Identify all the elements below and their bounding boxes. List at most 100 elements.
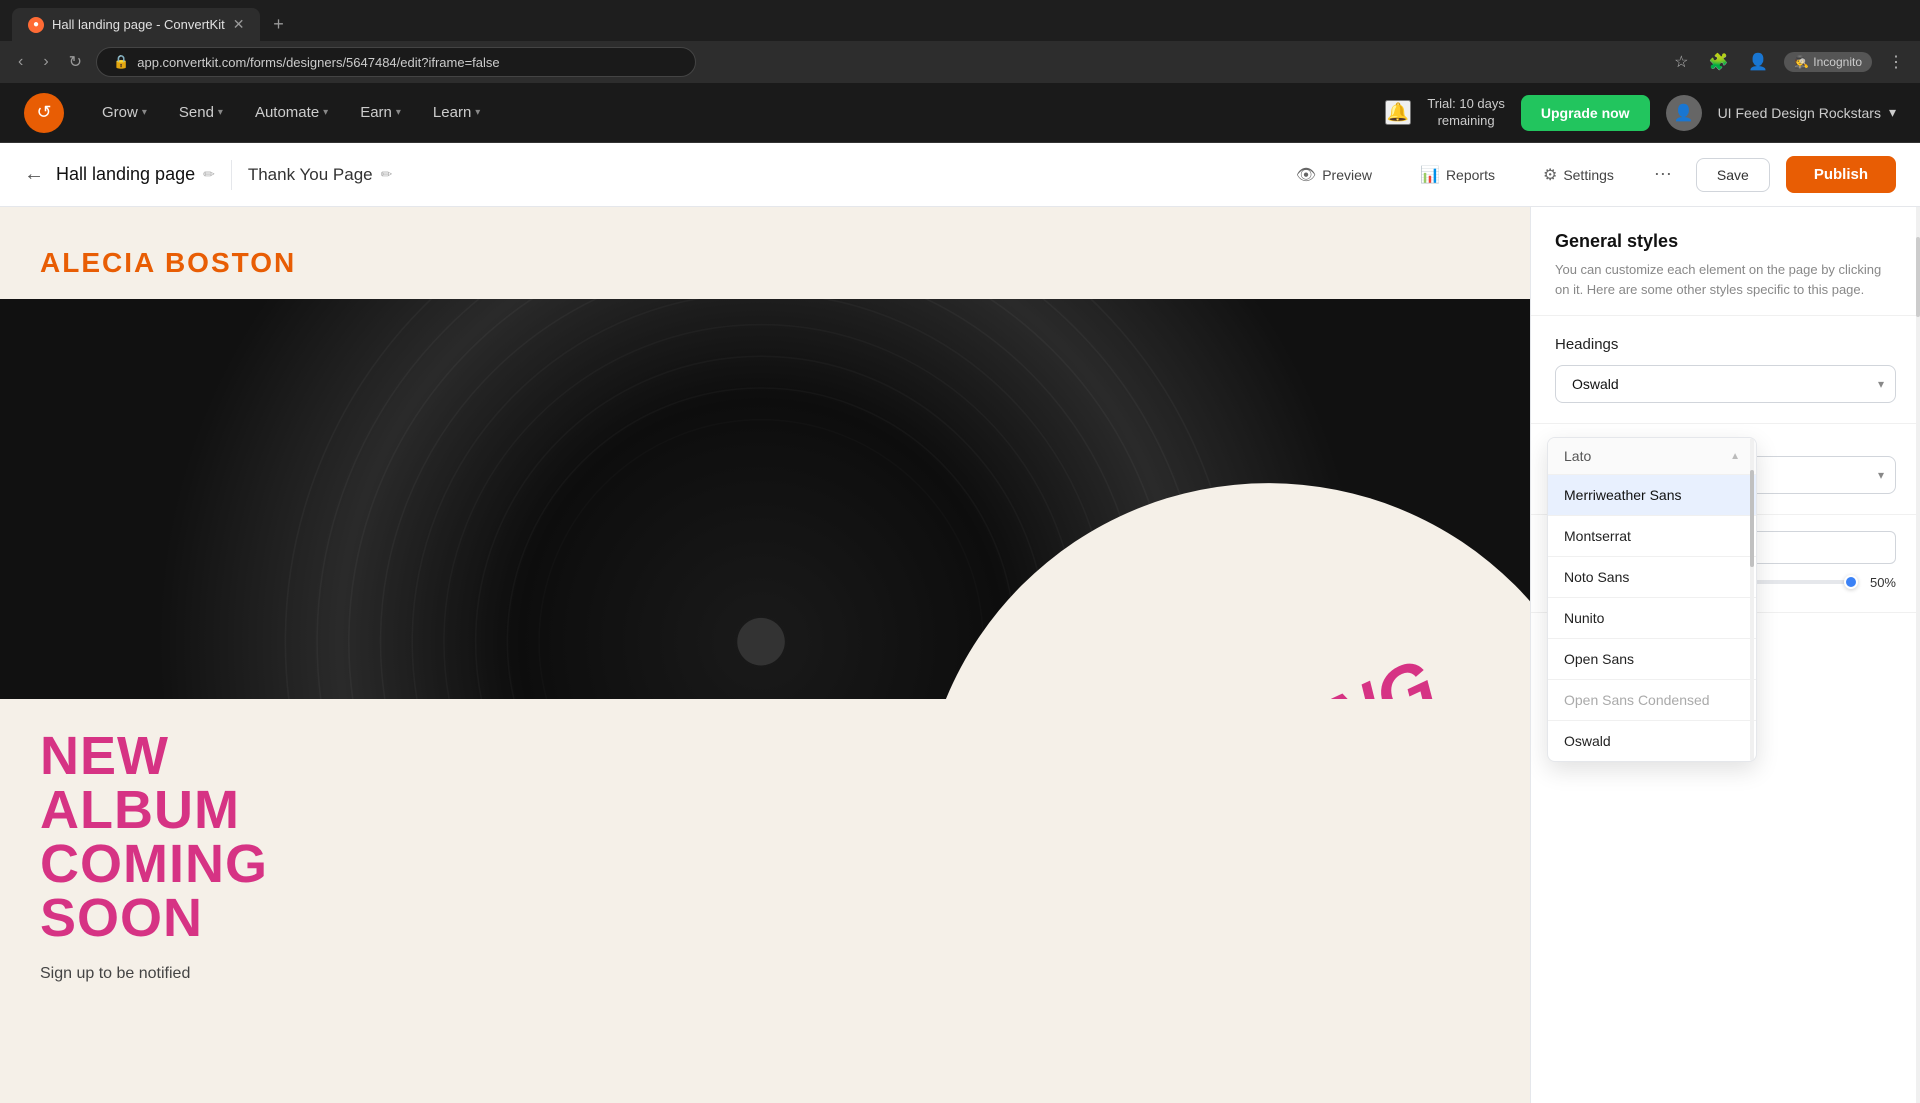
headline-coming: COMING — [40, 837, 1490, 891]
incognito-label: Incognito — [1813, 55, 1862, 69]
lp-subtext: Sign up to be notified — [40, 965, 1490, 983]
headings-font-select[interactable]: Oswald — [1555, 365, 1896, 403]
dropdown-scroll-up-icon: ▲ — [1730, 451, 1740, 462]
headline-soon: SOON — [40, 891, 1490, 945]
address-bar-row: ‹ › ↻ 🔒 app.convertkit.com/forms/designe… — [0, 41, 1920, 83]
tab-close-btn[interactable]: ✕ — [233, 16, 245, 33]
tab-title: Hall landing page - ConvertKit — [52, 17, 225, 32]
headings-font-wrapper: Oswald ▾ — [1555, 365, 1896, 403]
trial-info: Trial: 10 days remaining — [1427, 96, 1505, 130]
dropdown-noto-item[interactable]: Noto Sans — [1548, 557, 1756, 598]
panel-header: General styles You can customize each el… — [1531, 207, 1920, 316]
headline-new: NEW — [40, 729, 1490, 783]
nav-grow-label: Grow — [102, 104, 138, 121]
panel-description: You can customize each element on the pa… — [1555, 260, 1896, 299]
preview-button[interactable]: 👁 Preview — [1280, 157, 1388, 193]
vinyl-image-section: STRONG CALL — [0, 299, 1530, 699]
address-bar[interactable]: 🔒 app.convertkit.com/forms/designers/564… — [96, 47, 696, 77]
active-tab[interactable]: ● Hall landing page - ConvertKit ✕ — [12, 8, 260, 41]
user-name: UI Feed Design Rockstars — [1718, 105, 1881, 121]
nav-earn-label: Earn — [360, 104, 392, 121]
dropdown-opensans-condensed-label: Open Sans Condensed — [1564, 692, 1710, 708]
nav-automate[interactable]: Automate ▾ — [241, 96, 342, 129]
nav-learn-label: Learn — [433, 104, 471, 121]
nav-learn[interactable]: Learn ▾ — [419, 96, 494, 129]
dropdown-montserrat-label: Montserrat — [1564, 528, 1631, 544]
notification-bell-icon[interactable]: 🔔 — [1385, 100, 1411, 125]
dropdown-nunito-item[interactable]: Nunito — [1548, 598, 1756, 639]
dropdown-merriweather-label: Merriweather Sans — [1564, 487, 1682, 503]
dropdown-scroll-thumb — [1750, 470, 1754, 567]
landing-page: ALECIA BOSTON — [0, 207, 1530, 1103]
dropdown-merriweather-item[interactable]: Merriweather Sans — [1548, 475, 1756, 516]
lp-text-section: NEW ALBUM COMING SOON Sign up to be noti… — [0, 699, 1530, 1013]
dropdown-oswald-label: Oswald — [1564, 733, 1611, 749]
browser-chrome: ● Hall landing page - ConvertKit ✕ + ‹ ›… — [0, 0, 1920, 83]
settings-button[interactable]: ⚙ Settings — [1527, 157, 1630, 193]
toolbar-actions: 👁 Preview 📊 Reports ⚙ Settings ⋯ Save Pu… — [1280, 156, 1896, 193]
reports-button[interactable]: 📊 Reports — [1404, 157, 1511, 193]
nav-automate-label: Automate — [255, 104, 319, 121]
nav-send[interactable]: Send ▾ — [165, 96, 237, 129]
nav-grow[interactable]: Grow ▾ — [88, 96, 161, 129]
dropdown-lato-item[interactable]: Lato ▲ — [1548, 438, 1756, 475]
page-toolbar: ← Hall landing page ✏ Thank You Page ✏ 👁… — [0, 143, 1920, 207]
menu-dots-icon[interactable]: ⋮ — [1884, 48, 1908, 76]
preview-label: Preview — [1322, 167, 1372, 183]
headings-section: Headings Oswald ▾ — [1531, 316, 1920, 424]
incognito-icon: 🕵 — [1794, 55, 1809, 69]
bookmark-icon[interactable]: ☆ — [1670, 48, 1692, 76]
dropdown-montserrat-item[interactable]: Montserrat — [1548, 516, 1756, 557]
user-menu-chevron: ▾ — [1889, 104, 1896, 121]
extensions-icon[interactable]: 🧩 — [1705, 48, 1733, 76]
nav-automate-chevron: ▾ — [323, 107, 328, 118]
avatar[interactable]: 👤 — [1666, 95, 1702, 131]
user-menu[interactable]: UI Feed Design Rockstars ▾ — [1718, 104, 1896, 121]
app-logo[interactable]: ↺ — [24, 93, 64, 133]
dropdown-opensans-label: Open Sans — [1564, 651, 1634, 667]
browser-actions: ☆ 🧩 👤 🕵 Incognito ⋮ — [1670, 48, 1908, 76]
dropdown-opensans-item[interactable]: Open Sans — [1548, 639, 1756, 680]
page-title-edit-icon[interactable]: ✏ — [203, 166, 215, 183]
preview-icon: 👁 — [1296, 165, 1316, 185]
slider-thumb[interactable] — [1844, 575, 1858, 589]
settings-label: Settings — [1563, 167, 1614, 183]
artist-name: ALECIA BOSTON — [0, 207, 1530, 299]
nav-earn[interactable]: Earn ▾ — [346, 96, 415, 129]
sub-page-edit-icon[interactable]: ✏ — [381, 166, 393, 183]
nav-grow-chevron: ▾ — [142, 107, 147, 118]
forward-nav-button[interactable]: › — [37, 49, 54, 75]
headings-label: Headings — [1555, 336, 1896, 353]
dropdown-noto-label: Noto Sans — [1564, 569, 1629, 585]
tab-bar: ● Hall landing page - ConvertKit ✕ + — [0, 0, 1920, 41]
vinyl-record-svg: STRONG CALL — [0, 299, 1530, 699]
nav-send-chevron: ▾ — [218, 107, 223, 118]
back-button[interactable]: ← — [24, 163, 44, 186]
dropdown-nunito-label: Nunito — [1564, 610, 1604, 626]
transparency-value: 50% — [1864, 575, 1896, 590]
reports-label: Reports — [1446, 167, 1495, 183]
toolbar-divider — [231, 160, 232, 190]
headline-album: ALBUM — [40, 783, 1490, 837]
canvas-area[interactable]: ALECIA BOSTON — [0, 207, 1530, 1103]
reload-button[interactable]: ↻ — [63, 48, 88, 76]
save-button[interactable]: Save — [1696, 158, 1770, 192]
panel-scroll-thumb — [1916, 237, 1920, 317]
upgrade-button[interactable]: Upgrade now — [1521, 95, 1650, 131]
trial-line1: Trial: 10 days — [1427, 96, 1505, 113]
settings-icon: ⚙ — [1543, 165, 1557, 185]
reports-icon: 📊 — [1420, 165, 1440, 185]
back-nav-button[interactable]: ‹ — [12, 49, 29, 75]
sub-page-title: Thank You Page — [248, 165, 373, 185]
tab-favicon: ● — [28, 17, 44, 33]
profile-icon[interactable]: 👤 — [1744, 48, 1772, 76]
dropdown-opensans-condensed-item[interactable]: Open Sans Condensed — [1548, 680, 1756, 721]
new-tab-button[interactable]: + — [264, 11, 292, 39]
incognito-badge: 🕵 Incognito — [1784, 52, 1872, 72]
publish-button[interactable]: Publish — [1786, 156, 1896, 193]
nav-earn-chevron: ▾ — [396, 107, 401, 118]
more-options-icon[interactable]: ⋯ — [1646, 160, 1680, 189]
dropdown-oswald-item[interactable]: Oswald — [1548, 721, 1756, 761]
url-text: app.convertkit.com/forms/designers/56474… — [137, 55, 499, 70]
panel-scrollbar[interactable] — [1916, 207, 1920, 1103]
